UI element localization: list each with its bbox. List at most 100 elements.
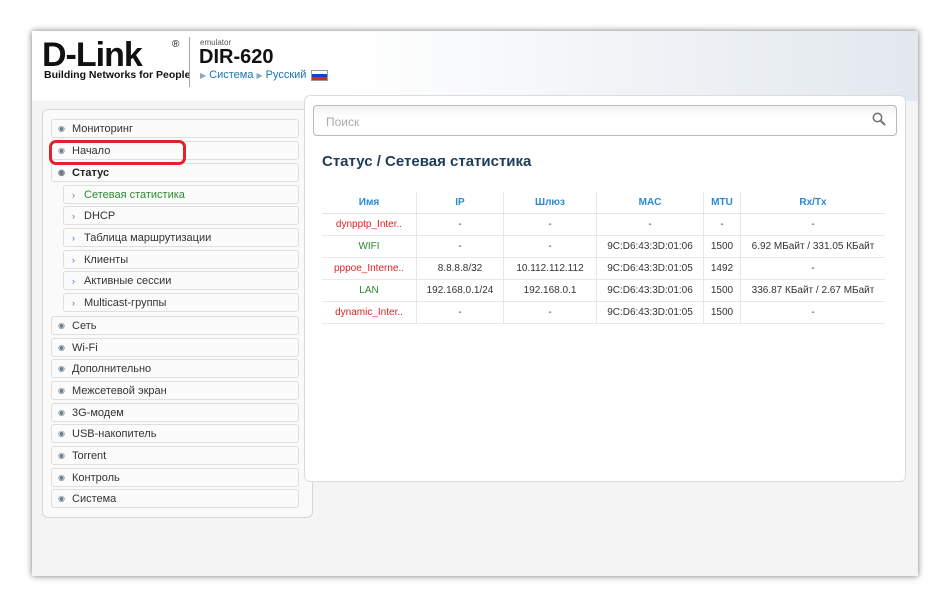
sidebar-item-wifi[interactable]: ◉ Wi-Fi [51,338,299,357]
caret-right-icon: › [72,275,75,286]
sidebar-subitem-clients[interactable]: › Клиенты [63,250,299,269]
interface-mtu: 1500 [703,235,741,258]
column-header-name[interactable]: Имя [322,192,417,214]
column-header-mac[interactable]: MAC [596,192,704,214]
table-row[interactable]: LAN 192.168.0.1/24 192.168.0.1 9C:D6:43:… [322,279,885,302]
interface-gateway: - [503,301,597,324]
sidebar-item-firewall[interactable]: ◉ Межсетевой экран [51,381,299,400]
registered-mark: ® [172,39,180,50]
interface-mac: 9C:D6:43:3D:01:06 [596,235,704,258]
interface-mac: 9C:D6:43:3D:01:05 [596,301,704,324]
interface-ip: - [416,235,504,258]
sidebar-subitem-routing-table[interactable]: › Таблица маршрутизации [63,228,299,247]
chevron-circle-icon: ◉ [58,124,65,133]
interface-name[interactable]: pppoe_Interne.. [322,257,417,280]
interface-gateway: - [503,235,597,258]
table-row[interactable]: dynpptp_Inter.. - - - - - [322,213,885,236]
interface-rxtx: 336.87 КБайт / 2.67 МБайт [740,279,885,302]
interface-name[interactable]: dynpptp_Inter.. [322,213,417,236]
interface-gateway: 10.112.112.112 [503,257,597,280]
model-name: DIR-620 [199,46,274,68]
crumb-system-link[interactable]: Система [209,69,253,81]
interface-mtu: 1500 [703,301,741,324]
interface-mtu: 1500 [703,279,741,302]
chevron-circle-icon: ◉ [58,473,65,482]
sidebar-item-label: Статус [72,166,110,179]
sidebar-subitem-label: Таблица маршрутизации [84,231,212,244]
interface-rxtx: 6.92 МБайт / 331.05 КБайт [740,235,885,258]
chevron-circle-icon: ◉ [58,408,65,417]
arrow-right-icon: ▶ [256,70,263,80]
interface-name[interactable]: LAN [322,279,417,302]
sidebar-item-system[interactable]: ◉ Система [51,489,299,508]
highlight-box [49,140,186,165]
interface-mac: 9C:D6:43:3D:01:06 [596,279,704,302]
table-row[interactable]: pppoe_Interne.. 8.8.8.8/32 10.112.112.11… [322,257,885,280]
interface-ip: - [416,213,504,236]
page-title: Статус / Сетевая статистика [322,153,532,170]
caret-right-icon: › [72,232,75,243]
sidebar-subitem-label: Активные сессии [84,274,172,287]
sidebar-subitem-active-sessions[interactable]: › Активные сессии [63,271,299,290]
language-link[interactable]: Русский [266,69,307,81]
interface-mtu: - [703,213,741,236]
sidebar-item-monitoring[interactable]: ◉ Мониторинг [51,119,299,138]
table-row[interactable]: dynamic_Inter.. - - 9C:D6:43:3D:01:05 15… [322,301,885,324]
chevron-circle-icon: ◉ [58,343,65,352]
column-header-rxtx[interactable]: Rx/Tx [740,192,885,214]
sidebar-item-label: 3G-модем [72,406,124,419]
interface-ip: 8.8.8.8/32 [416,257,504,280]
sidebar-subitem-multicast[interactable]: › Multicast-группы [63,293,299,312]
sidebar-item-advanced[interactable]: ◉ Дополнительно [51,359,299,378]
caret-right-icon: › [72,254,75,265]
interface-mac: - [596,213,704,236]
table-row[interactable]: WIFI - - 9C:D6:43:3D:01:06 1500 6.92 МБа… [322,235,885,258]
chevron-circle-icon: ◉ [58,494,65,503]
interface-rxtx: - [740,213,885,236]
sidebar-subitem-label: Клиенты [84,253,129,266]
caret-right-icon: › [72,189,75,200]
search-box [313,105,897,137]
interface-rxtx: - [740,301,885,324]
table-header-row: Имя IP Шлюз MAC MTU Rx/Tx [322,192,885,214]
interface-name[interactable]: dynamic_Inter.. [322,301,417,324]
interface-gateway: - [503,213,597,236]
sidebar-item-control[interactable]: ◉ Контроль [51,468,299,487]
sidebar-item-label: Wi-Fi [72,341,98,354]
sidebar-item-label: Torrent [72,449,107,462]
breadcrumb: ▶ Система ▶ Русский [200,69,329,81]
sidebar-menu: ◉ Мониторинг ◉ Начало ◉ Статус › Сетевая… [42,109,313,518]
header-divider [189,37,190,87]
search-icon[interactable] [872,112,886,126]
column-header-mtu[interactable]: MTU [703,192,741,214]
sidebar-subitem-label: DHCP [84,209,116,222]
interface-mac: 9C:D6:43:3D:01:05 [596,257,704,280]
sidebar-item-usb-storage[interactable]: ◉ USB-накопитель [51,424,299,443]
sidebar-item-label: USB-накопитель [72,427,157,440]
sidebar-item-network[interactable]: ◉ Сеть [51,316,299,335]
sidebar-item-3g-modem[interactable]: ◉ 3G-модем [51,403,299,422]
column-header-ip[interactable]: IP [416,192,504,214]
network-stats-table: Имя IP Шлюз MAC MTU Rx/Tx dynpptp_Inter.… [322,192,885,324]
interface-ip: - [416,301,504,324]
chevron-circle-icon: ◉ [58,168,65,177]
search-input[interactable] [314,106,868,137]
interface-ip: 192.168.0.1/24 [416,279,504,302]
sidebar-subitem-dhcp[interactable]: › DHCP [63,206,299,225]
sidebar-item-torrent[interactable]: ◉ Torrent [51,446,299,465]
caret-right-icon: › [72,297,75,308]
interface-mtu: 1492 [703,257,741,280]
chevron-circle-icon: ◉ [58,364,65,373]
sidebar-item-status[interactable]: ◉ Статус [51,163,299,182]
interface-rxtx: - [740,257,885,280]
browser-frame: D-Link ® Building Networks for People em… [32,31,918,576]
chevron-circle-icon: ◉ [58,451,65,460]
interface-name[interactable]: WIFI [322,235,417,258]
sidebar-subitem-label: Сетевая статистика [84,188,185,201]
sidebar-subitem-network-stats[interactable]: › Сетевая статистика [63,185,299,204]
arrow-right-icon: ▶ [200,70,207,80]
column-header-gateway[interactable]: Шлюз [503,192,597,214]
caret-right-icon: › [72,210,75,221]
chevron-circle-icon: ◉ [58,321,65,330]
russia-flag-icon[interactable] [311,69,329,81]
